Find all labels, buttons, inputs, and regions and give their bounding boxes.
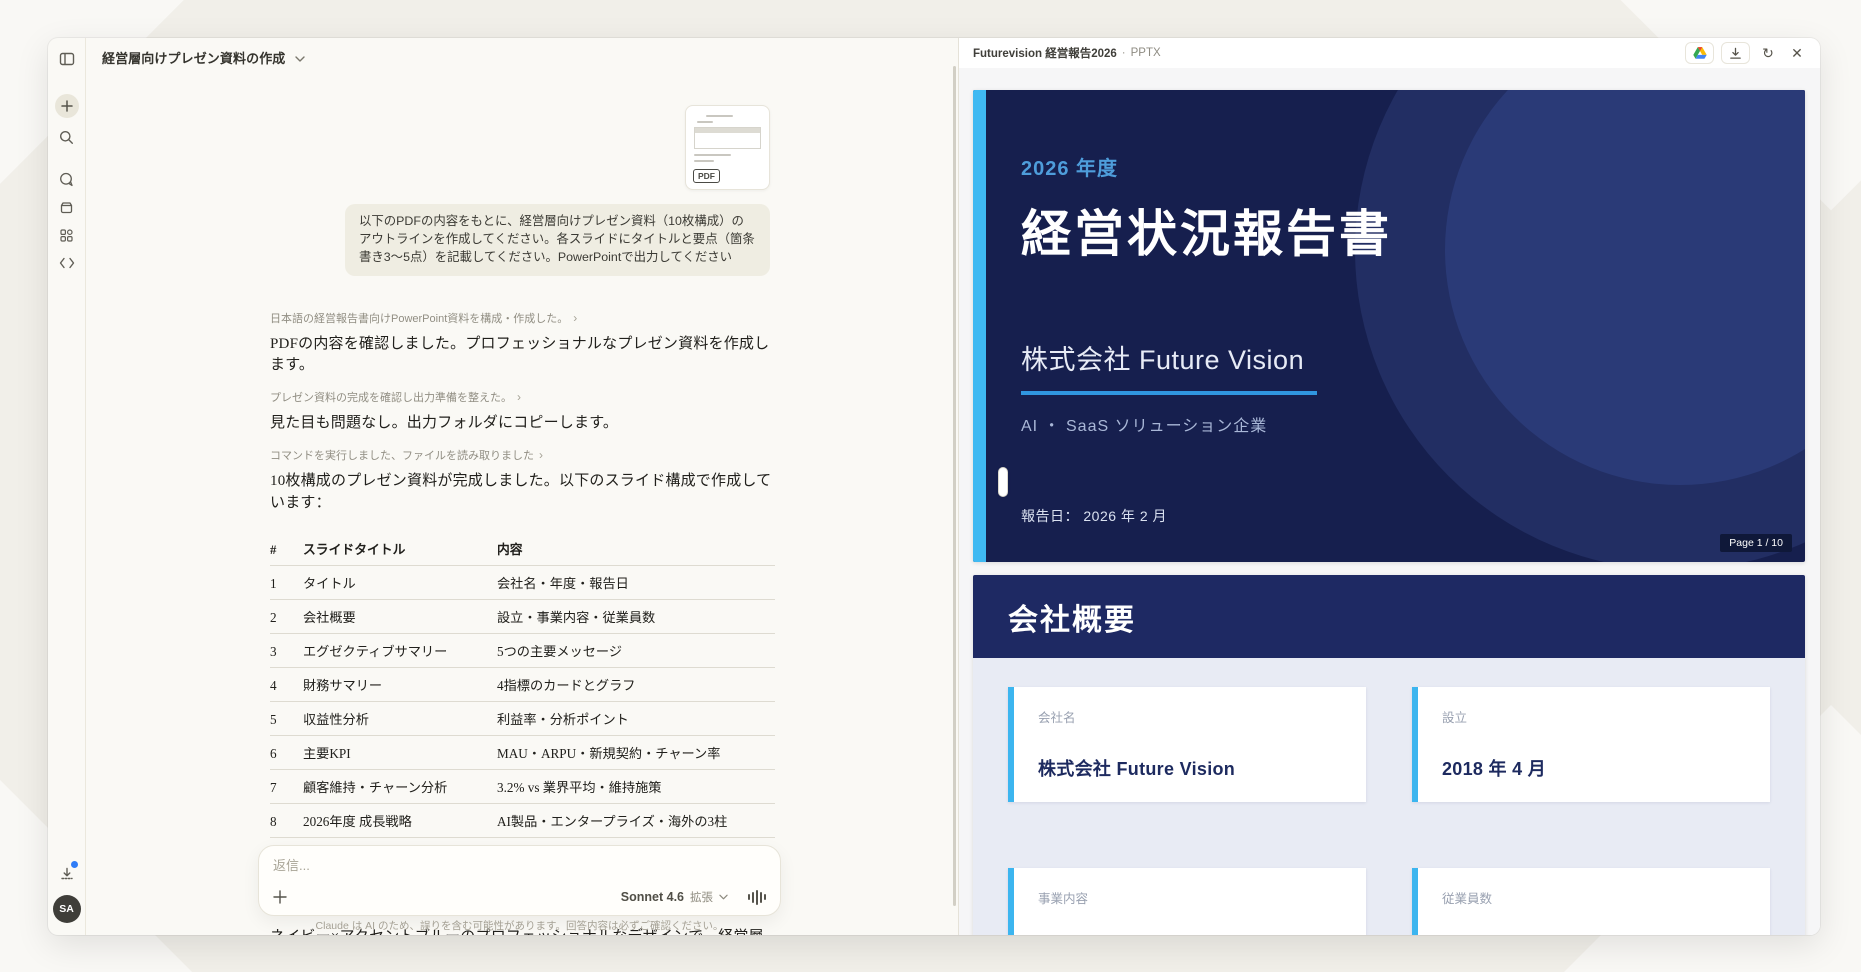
message-thread: PDF 以下のPDFの内容をもとに、経営層向けプレゼン資料（10枚構成）のアウト… (270, 38, 775, 935)
chevron-right-icon: › (517, 391, 521, 403)
voice-input-icon[interactable] (748, 890, 766, 905)
preview-file-title: Futurevision 経営報告2026 (973, 45, 1117, 61)
tool-step[interactable]: 日本語の経営報告書向けPowerPoint資料を構成・作成した。› (270, 310, 775, 326)
chat-header: 経営層向けプレゼン資料の作成 (102, 48, 305, 67)
reply-input[interactable] (273, 858, 766, 873)
tool-step[interactable]: プレゼン資料の完成を確認し出力準備を整えた。› (270, 389, 775, 405)
info-card: 従業員数 (1412, 868, 1770, 935)
notification-dot (71, 861, 78, 868)
code-icon[interactable] (54, 250, 80, 276)
panel-resize-handle[interactable] (998, 467, 1008, 497)
table-row: 1タイトル会社名・年度・報告日 (270, 566, 775, 600)
user-avatar[interactable]: SA (53, 895, 81, 923)
extended-mode-toggle[interactable]: 拡張 (690, 889, 713, 905)
reply-composer: Sonnet 4.6 拡張 (258, 845, 781, 916)
new-chat-button[interactable] (55, 94, 79, 118)
user-message: 以下のPDFの内容をもとに、経営層向けプレゼン資料（10枚構成）のアウトラインを… (345, 204, 770, 276)
attach-plus-icon[interactable] (273, 890, 287, 904)
preview-file-type: PPTX (1131, 47, 1161, 59)
slide2-title: 会社概要 (1008, 595, 1136, 639)
chevron-down-icon[interactable] (295, 49, 305, 67)
table-row: 3エグゼクティブサマリー5つの主要メッセージ (270, 634, 775, 668)
chat-scrollbar[interactable] (953, 66, 956, 906)
info-card: 設立 2018 年 4 月 (1412, 687, 1770, 802)
google-drive-button[interactable] (1685, 42, 1714, 64)
slide-1-title-slide: 2026 年度 経営状況報告書 株式会社 Future Vision AI ・ … (973, 90, 1805, 562)
projects-icon[interactable] (54, 194, 80, 220)
table-row: 7顧客維持・チャーン分析3.2% vs 業界平均・維持施策 (270, 770, 775, 804)
table-row: 4財務サマリー4指標のカードとグラフ (270, 668, 775, 702)
info-card: 事業内容 AIソリューション開発 (1008, 868, 1366, 935)
tool-step[interactable]: コマンドを実行しました、ファイルを読み取りました› (270, 447, 775, 463)
model-selector[interactable]: Sonnet 4.6 (621, 890, 684, 904)
chat-column: 経営層向けプレゼン資料の作成 PDF 以下のPDFの内容をもとに、経営層向けプレ… (86, 38, 958, 935)
pdf-attachment-thumbnail[interactable]: PDF (685, 105, 770, 190)
sidebar-toggle-icon[interactable] (54, 46, 80, 72)
table-row: 2会社概要設立・事業内容・従業員数 (270, 600, 775, 634)
assistant-paragraph: PDFの内容を確認しました。プロフェッショナルなプレゼン資料を作成します。 (270, 334, 775, 378)
thumbnail-table-sketch (694, 127, 761, 149)
table-header-row: #スライドタイトル内容 (270, 532, 775, 566)
conversation-title[interactable]: 経営層向けプレゼン資料の作成 (102, 48, 285, 67)
slide1-title: 経営状況報告書 (1021, 194, 1392, 266)
table-row: 6主要KPIMAU・ARPU・新規契約・チャーン率 (270, 736, 775, 770)
chevron-down-icon[interactable] (719, 894, 728, 900)
assistant-paragraph: 10枚構成のプレゼン資料が完成しました。以下のスライド構成で作成しています： (270, 471, 775, 515)
search-icon[interactable] (54, 124, 80, 150)
slide1-report-date: 報告日： 2026 年 2 月 (1021, 506, 1167, 526)
slide-2-company-overview: 会社概要 会社名 株式会社 Future Vision 設立 2018 年 4 … (973, 575, 1805, 935)
slide-accent-bar (973, 90, 986, 562)
table-row: 82026年度 成長戦略AI製品・エンタープライズ・海外の3柱 (270, 804, 775, 838)
table-row: 5収益性分析利益率・分析ポイント (270, 702, 775, 736)
slide1-company: 株式会社 Future Vision (1021, 338, 1304, 377)
chevron-right-icon: › (573, 312, 577, 324)
artifacts-icon[interactable] (54, 222, 80, 248)
preview-header: Futurevision 経営報告2026 · PPTX ↻ ✕ (959, 38, 1820, 68)
assistant-paragraph: 見た目も問題なし。出力フォルダにコピーします。 (270, 413, 775, 435)
info-card: 会社名 株式会社 Future Vision (1008, 687, 1366, 802)
slide1-year: 2026 年度 (1021, 152, 1118, 181)
page-indicator-badge: Page 1 / 10 (1720, 534, 1792, 552)
claude-app-window: SA 経営層向けプレゼン資料の作成 PDF 以下のPDFの内容をもとに、経営層向… (48, 38, 1820, 935)
slides-scroll-area[interactable]: 2026 年度 経営状況報告書 株式会社 Future Vision AI ・ … (959, 68, 1820, 935)
slide1-tagline: AI ・ SaaS ソリューション企業 (1021, 412, 1267, 436)
downloads-icon[interactable] (54, 861, 80, 887)
close-icon[interactable]: ✕ (1786, 42, 1808, 64)
refresh-icon[interactable]: ↻ (1757, 42, 1779, 64)
ai-disclaimer: Claude は AI のため、誤りを含む可能性があります。回答内容は必ずご確認… (258, 918, 781, 933)
sidebar-rail: SA (48, 38, 86, 935)
download-icon[interactable] (1721, 42, 1750, 64)
pdf-badge: PDF (693, 169, 720, 183)
chats-icon[interactable] (54, 166, 80, 192)
slide1-underline (1021, 391, 1317, 395)
chevron-right-icon: › (539, 449, 543, 461)
artifact-preview-panel: Futurevision 経営報告2026 · PPTX ↻ ✕ 20 (958, 38, 1820, 935)
